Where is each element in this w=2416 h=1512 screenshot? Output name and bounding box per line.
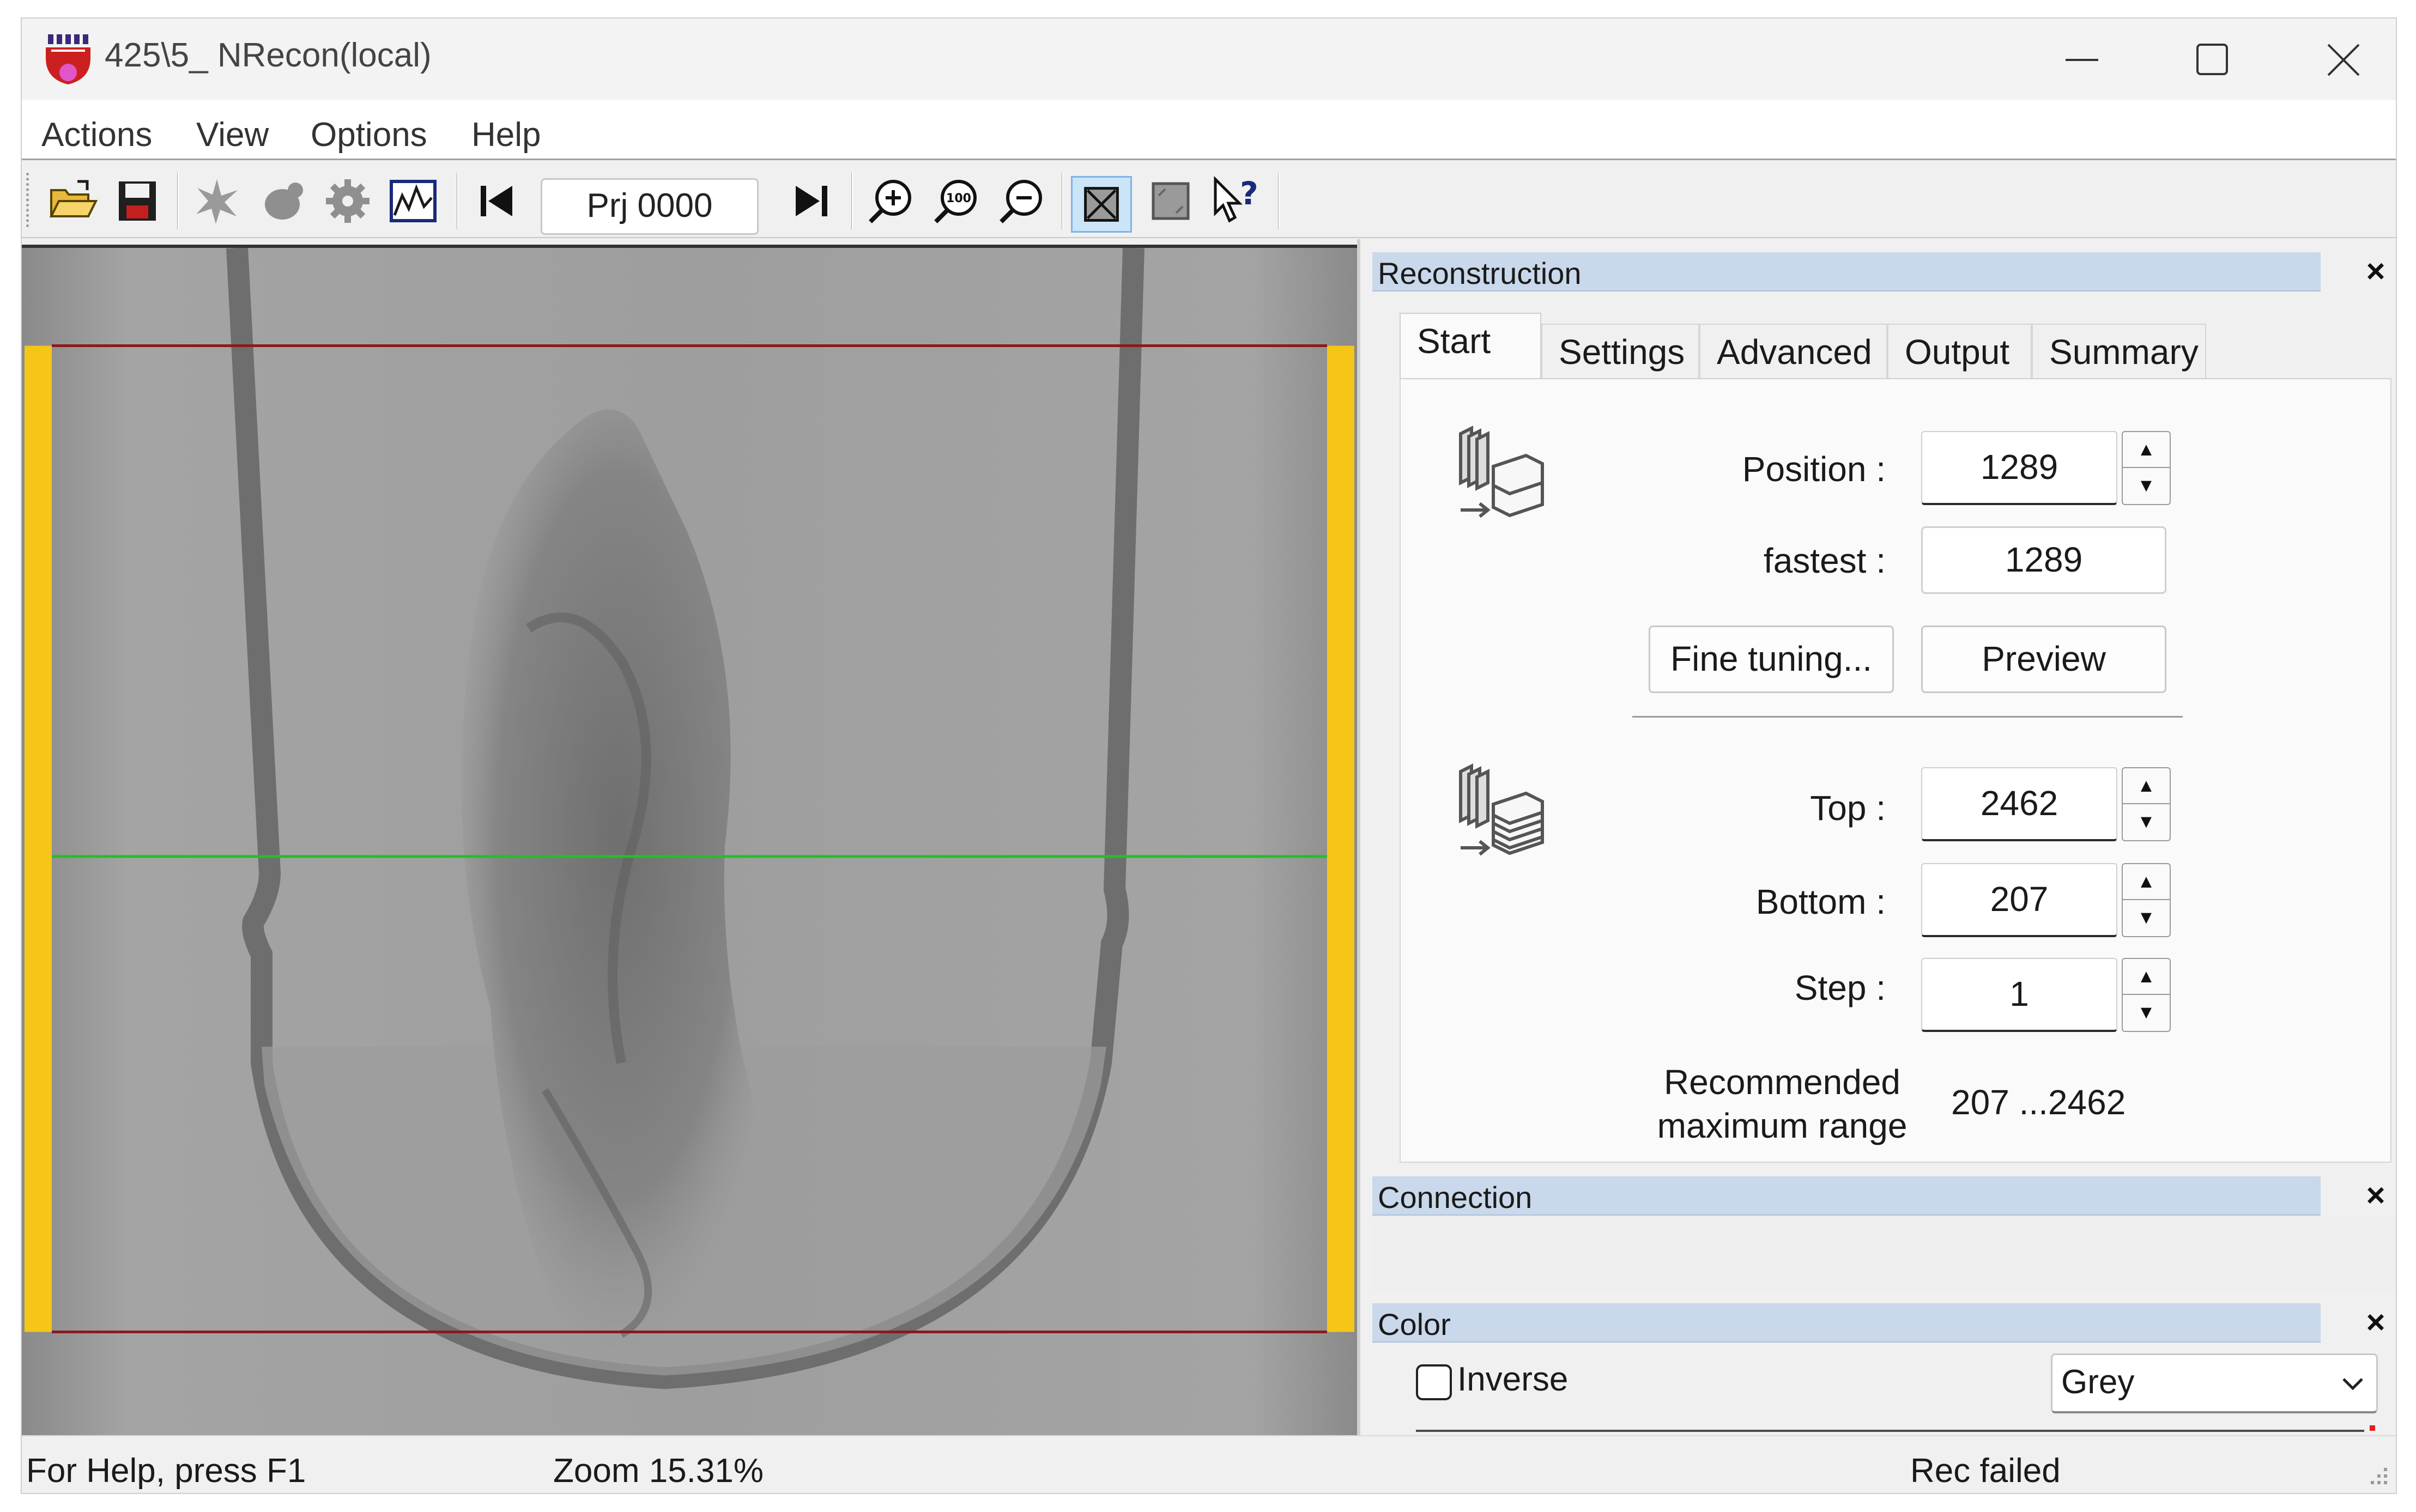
fit-icon[interactable] bbox=[1071, 176, 1132, 233]
position-up-icon[interactable]: ▲ bbox=[2123, 432, 2170, 468]
histogram-icon[interactable] bbox=[386, 174, 440, 228]
position-input[interactable]: 1289 bbox=[1921, 431, 2117, 505]
blob-icon[interactable] bbox=[255, 174, 310, 228]
fine-tuning-button[interactable]: Fine tuning... bbox=[1649, 626, 1894, 693]
connection-close-icon[interactable]: × bbox=[2357, 1176, 2395, 1215]
start-tab-page: Position : 1289 ▲ ▼ fastest : 1289 Fine t… bbox=[1400, 378, 2391, 1163]
status-dot bbox=[2370, 1425, 2375, 1431]
step-up-icon[interactable]: ▲ bbox=[2123, 959, 2170, 995]
fastest-label: fastest : bbox=[1763, 541, 1886, 580]
reconstruction-dock: Reconstruction × Start Settings Advanced… bbox=[1357, 239, 2396, 1435]
maximize-button[interactable] bbox=[2164, 29, 2262, 89]
status-help-text: For Help, press F1 bbox=[26, 1452, 306, 1490]
nrecon-logo-icon bbox=[44, 32, 93, 87]
app-window: 425\5_ NRecon(local) Actions View Option… bbox=[21, 17, 2397, 1494]
bottom-down-icon[interactable]: ▼ bbox=[2123, 900, 2170, 936]
tab-summary[interactable]: Summary bbox=[2032, 324, 2206, 380]
recommended-line-2: maximum range bbox=[1657, 1106, 1908, 1145]
top-spinbox[interactable]: 2462 ▲ ▼ bbox=[1921, 767, 2172, 841]
close-window-button[interactable] bbox=[2294, 29, 2393, 89]
inverse-label: Inverse bbox=[1457, 1361, 1569, 1398]
connection-panel-header: Connection bbox=[1372, 1176, 2321, 1216]
last-frame-icon[interactable] bbox=[785, 174, 839, 228]
preview-button[interactable]: Preview bbox=[1921, 626, 2166, 693]
step-label: Step : bbox=[1794, 968, 1886, 1007]
color-panel-body: Inverse Grey bbox=[1372, 1343, 2396, 1435]
palette-select[interactable]: Grey bbox=[2051, 1353, 2378, 1413]
first-frame-icon[interactable] bbox=[469, 174, 523, 228]
top-label: Top : bbox=[1810, 788, 1886, 828]
menu-help[interactable]: Help bbox=[471, 116, 541, 154]
menu-bar: Actions View Options Help bbox=[22, 100, 2396, 160]
minimize-button[interactable] bbox=[2033, 29, 2131, 89]
svg-text:100: 100 bbox=[946, 192, 971, 205]
top-down-icon[interactable]: ▼ bbox=[2123, 804, 2170, 840]
reconstruction-panel-title: Reconstruction bbox=[1378, 256, 1582, 290]
position-label: Position : bbox=[1742, 450, 1886, 489]
resize-grip-icon[interactable] bbox=[2363, 1462, 2390, 1490]
top-input[interactable]: 2462 bbox=[1921, 767, 2117, 841]
tab-output[interactable]: Output bbox=[1887, 324, 2032, 380]
position-spinbox[interactable]: 1289 ▲ ▼ bbox=[1921, 431, 2172, 505]
step-down-icon[interactable]: ▼ bbox=[2123, 995, 2170, 1031]
reconstruction-close-icon[interactable]: × bbox=[2357, 252, 2395, 290]
open-folder-icon[interactable] bbox=[45, 174, 99, 228]
slice-stack-icon bbox=[1444, 761, 1553, 870]
connection-panel-title: Connection bbox=[1378, 1180, 1533, 1215]
recommended-range-label: Recommended maximum range bbox=[1646, 1060, 1918, 1147]
spark-icon[interactable] bbox=[190, 174, 244, 228]
gear-icon[interactable] bbox=[320, 174, 375, 228]
bottom-up-icon[interactable]: ▲ bbox=[2123, 864, 2170, 900]
chevron-down-icon bbox=[2339, 1370, 2366, 1398]
step-spinbox[interactable]: 1 ▲ ▼ bbox=[1921, 958, 2172, 1032]
zoom-in-icon[interactable] bbox=[864, 174, 918, 228]
step-input[interactable]: 1 bbox=[1921, 958, 2117, 1032]
recommended-range-value: 207 ...2462 bbox=[1951, 1083, 2126, 1122]
bottom-input[interactable]: 207 bbox=[1921, 863, 2117, 937]
menu-view[interactable]: View bbox=[196, 116, 269, 154]
status-state-text: Rec failed bbox=[1910, 1452, 2061, 1490]
top-up-icon[interactable]: ▲ bbox=[2123, 768, 2170, 804]
bottom-spinbox[interactable]: 207 ▲ ▼ bbox=[1921, 863, 2172, 937]
recommended-line-1: Recommended bbox=[1664, 1062, 1900, 1102]
square-icon[interactable] bbox=[1143, 174, 1198, 228]
single-slice-icon bbox=[1444, 423, 1553, 532]
projection-viewer[interactable] bbox=[22, 245, 1357, 1435]
inverse-checkbox[interactable] bbox=[1416, 1364, 1452, 1400]
svg-text:?: ? bbox=[1240, 175, 1258, 212]
toolbar: Prj 0000 100 ? bbox=[22, 162, 2396, 238]
tab-advanced[interactable]: Advanced bbox=[1699, 324, 1887, 380]
position-down-icon[interactable]: ▼ bbox=[2123, 468, 2170, 504]
save-icon[interactable] bbox=[110, 174, 165, 228]
tab-settings[interactable]: Settings bbox=[1541, 324, 1699, 380]
title-bar: 425\5_ NRecon(local) bbox=[22, 19, 2396, 100]
zoom-100-icon[interactable]: 100 bbox=[929, 174, 984, 228]
connection-panel-body bbox=[1372, 1216, 2396, 1292]
toolbar-grip[interactable] bbox=[26, 173, 31, 227]
bottom-label: Bottom : bbox=[1755, 882, 1886, 921]
palette-value: Grey bbox=[2061, 1363, 2135, 1401]
window-title: 425\5_ NRecon(local) bbox=[105, 37, 432, 74]
menu-options[interactable]: Options bbox=[311, 116, 427, 154]
reconstruction-panel-header: Reconstruction bbox=[1372, 252, 2321, 292]
color-panel-header: Color bbox=[1372, 1303, 2321, 1343]
status-zoom-text: Zoom 15.31% bbox=[553, 1452, 764, 1490]
help-icon[interactable]: ? bbox=[1209, 174, 1263, 228]
tab-start[interactable]: Start bbox=[1400, 313, 1541, 380]
color-panel-divider bbox=[1416, 1430, 2364, 1432]
color-close-icon[interactable]: × bbox=[2357, 1303, 2395, 1341]
color-panel-title: Color bbox=[1378, 1307, 1451, 1341]
projection-number-field[interactable]: Prj 0000 bbox=[541, 178, 759, 235]
status-bar: For Help, press F1 Zoom 15.31% Rec faile… bbox=[22, 1435, 2396, 1493]
menu-actions[interactable]: Actions bbox=[41, 116, 152, 154]
section-divider bbox=[1632, 716, 2183, 718]
zoom-out-icon[interactable] bbox=[995, 174, 1049, 228]
fastest-field: 1289 bbox=[1921, 526, 2166, 594]
